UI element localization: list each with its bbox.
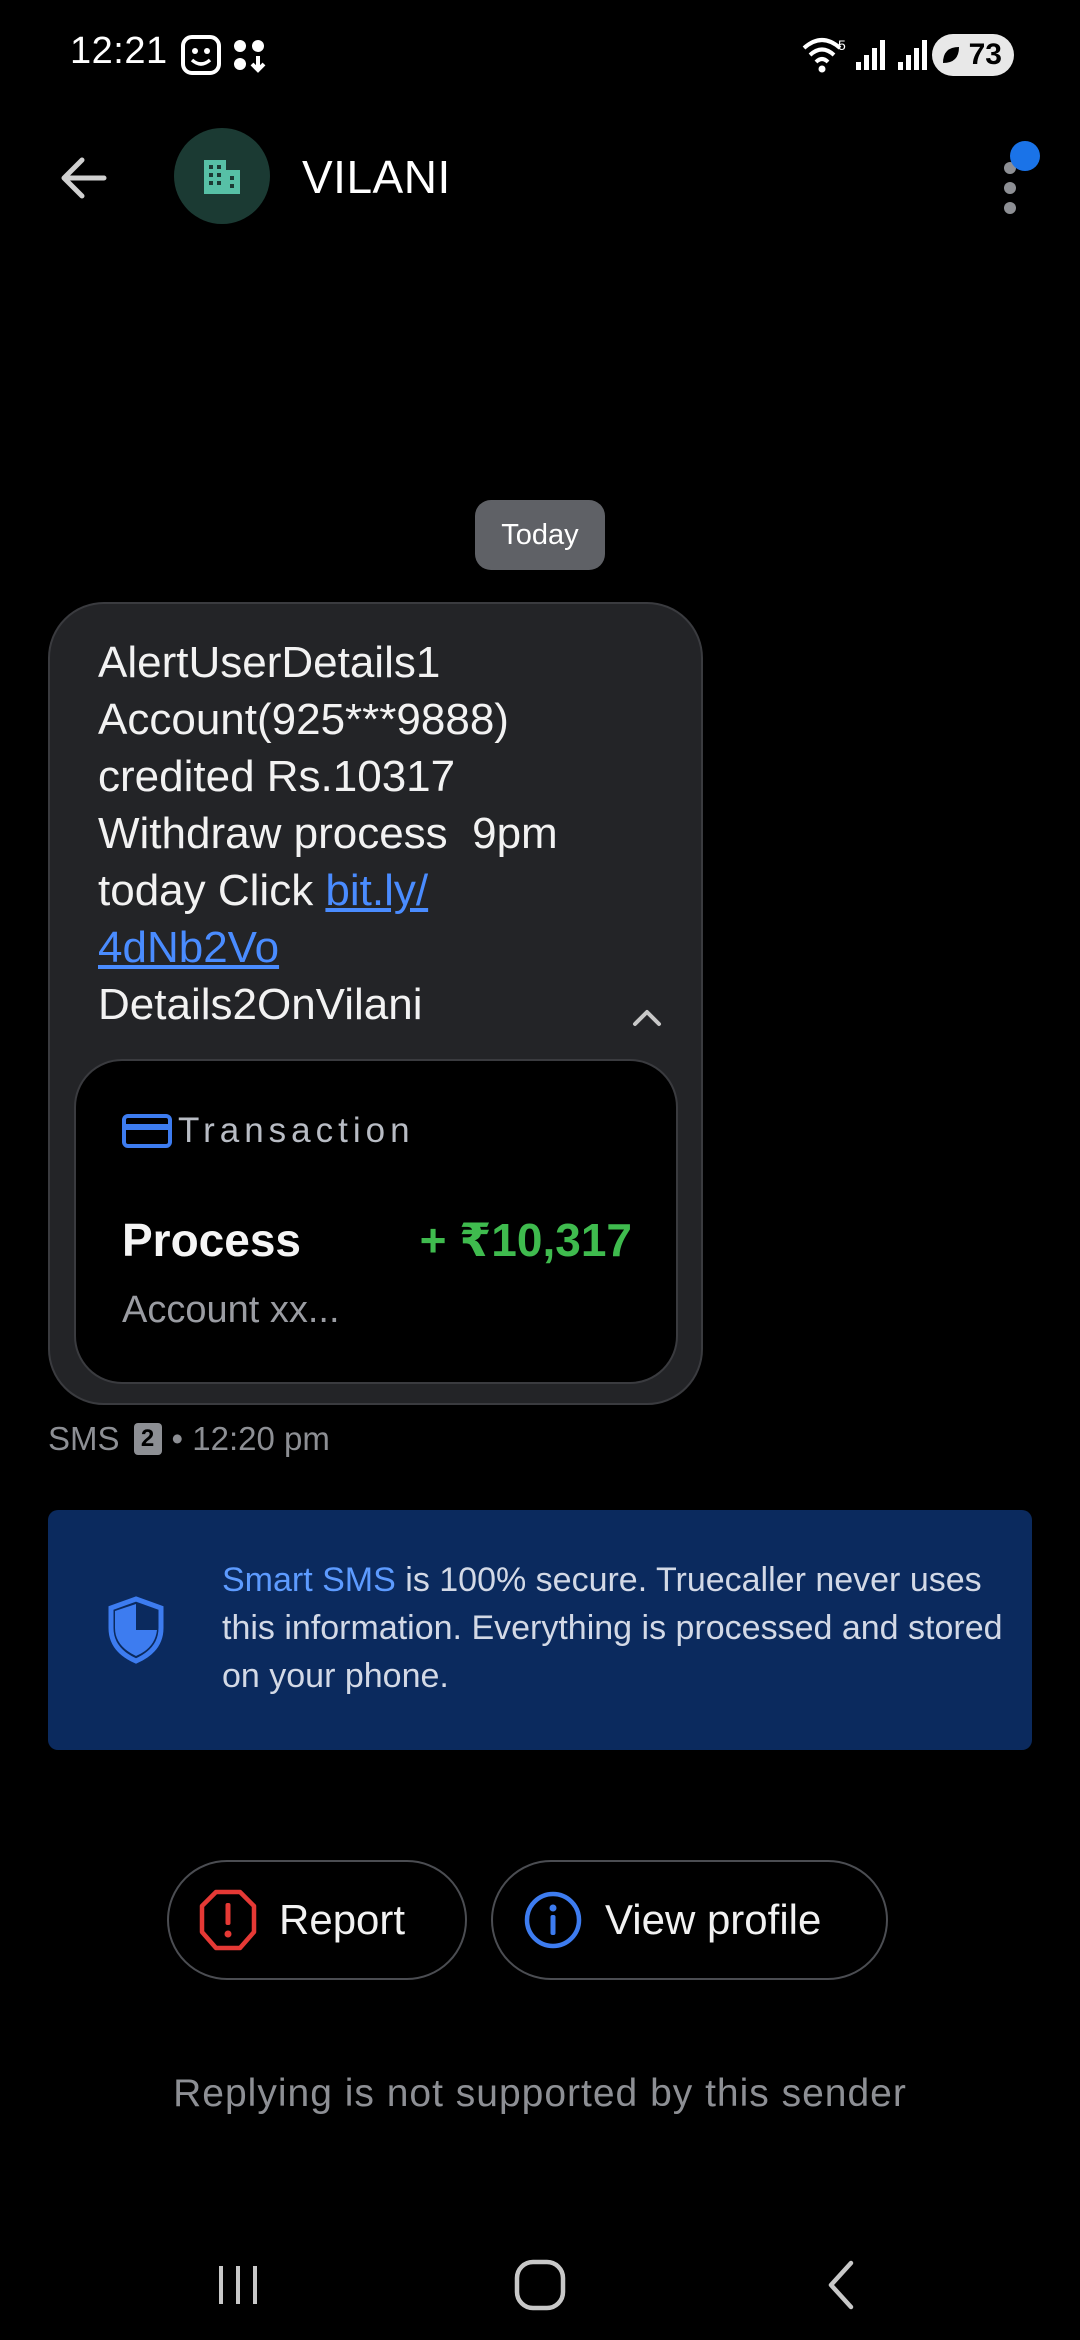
signal-sim1-icon: [856, 40, 885, 70]
status-bar: 12:21 5 73: [0, 0, 1080, 110]
view-profile-button[interactable]: View profile: [491, 1860, 888, 1980]
battery-saver-leaf-icon: [943, 47, 959, 63]
message-time: • 12:20 pm: [171, 1420, 330, 1457]
transaction-title: Transaction: [178, 1111, 415, 1150]
message-text: AlertUserDetails1 Account(925***9888) cr…: [98, 634, 658, 1033]
sender-name: VILANI: [302, 151, 451, 203]
recent-apps-button[interactable]: [193, 2240, 283, 2330]
signal-sim2-icon: [898, 40, 927, 70]
business-building-icon: [204, 160, 240, 194]
conversation-header: VILANI: [0, 120, 1080, 230]
sender-avatar[interactable]: [174, 128, 270, 224]
date-separator: Today: [475, 500, 605, 570]
system-navigation-bar: [0, 2220, 1080, 2340]
transaction-card-header: Transaction: [122, 1111, 415, 1151]
message-channel: SMS: [48, 1420, 120, 1457]
transaction-amount: + ₹10,317: [419, 1214, 632, 1266]
svg-text:5: 5: [838, 37, 846, 53]
credit-card-icon: [122, 1114, 172, 1148]
reply-not-supported-note: Replying is not supported by this sender: [173, 2072, 907, 2115]
smart-sms-info-box: Smart SMS is 100% secure. Truecaller nev…: [48, 1510, 1032, 1750]
face-notification-icon: [181, 35, 221, 75]
home-button[interactable]: [495, 2240, 585, 2330]
back-arrow-icon[interactable]: [52, 146, 116, 210]
transaction-name: Process: [122, 1214, 302, 1266]
message-bubble[interactable]: AlertUserDetails1 Account(925***9888) cr…: [48, 602, 703, 1405]
shield-icon: [108, 1596, 164, 1664]
system-back-button[interactable]: [797, 2240, 887, 2330]
battery-level: 73: [968, 38, 1002, 71]
message-meta: SMS 2 • 12:20 pm: [48, 1420, 330, 1458]
report-shield-alert-icon: [199, 1889, 257, 1951]
smart-sms-link[interactable]: Smart SMS: [222, 1561, 396, 1599]
report-button[interactable]: Report: [167, 1860, 467, 1980]
home-icon: [514, 2259, 566, 2311]
recent-apps-icon: [219, 2266, 257, 2304]
battery-indicator: 73: [932, 34, 1014, 76]
sms-conversation-screen: 12:21 5 73 VILANI Today AlertUserDetails…: [0, 0, 1080, 2340]
info-icon: [524, 1891, 582, 1949]
system-back-icon: [828, 2260, 854, 2310]
transaction-card[interactable]: Transaction Process + ₹10,317 Account xx…: [74, 1059, 678, 1384]
wifi-icon: 5: [802, 37, 846, 73]
message-text-end: Details2OnVilani: [98, 980, 423, 1029]
chevron-up-icon[interactable]: [622, 992, 672, 1042]
sim-badge: 2: [133, 1423, 162, 1455]
status-time: 12:21: [70, 30, 168, 72]
view-profile-label: View profile: [605, 1896, 822, 1943]
report-label: Report: [279, 1896, 406, 1943]
apps-notification-icon: [234, 40, 266, 73]
smart-sms-info-text: Smart SMS is 100% secure. Truecaller nev…: [222, 1556, 1022, 1700]
menu-notification-dot: [1010, 141, 1040, 171]
transaction-account: Account xx...: [122, 1289, 340, 1331]
